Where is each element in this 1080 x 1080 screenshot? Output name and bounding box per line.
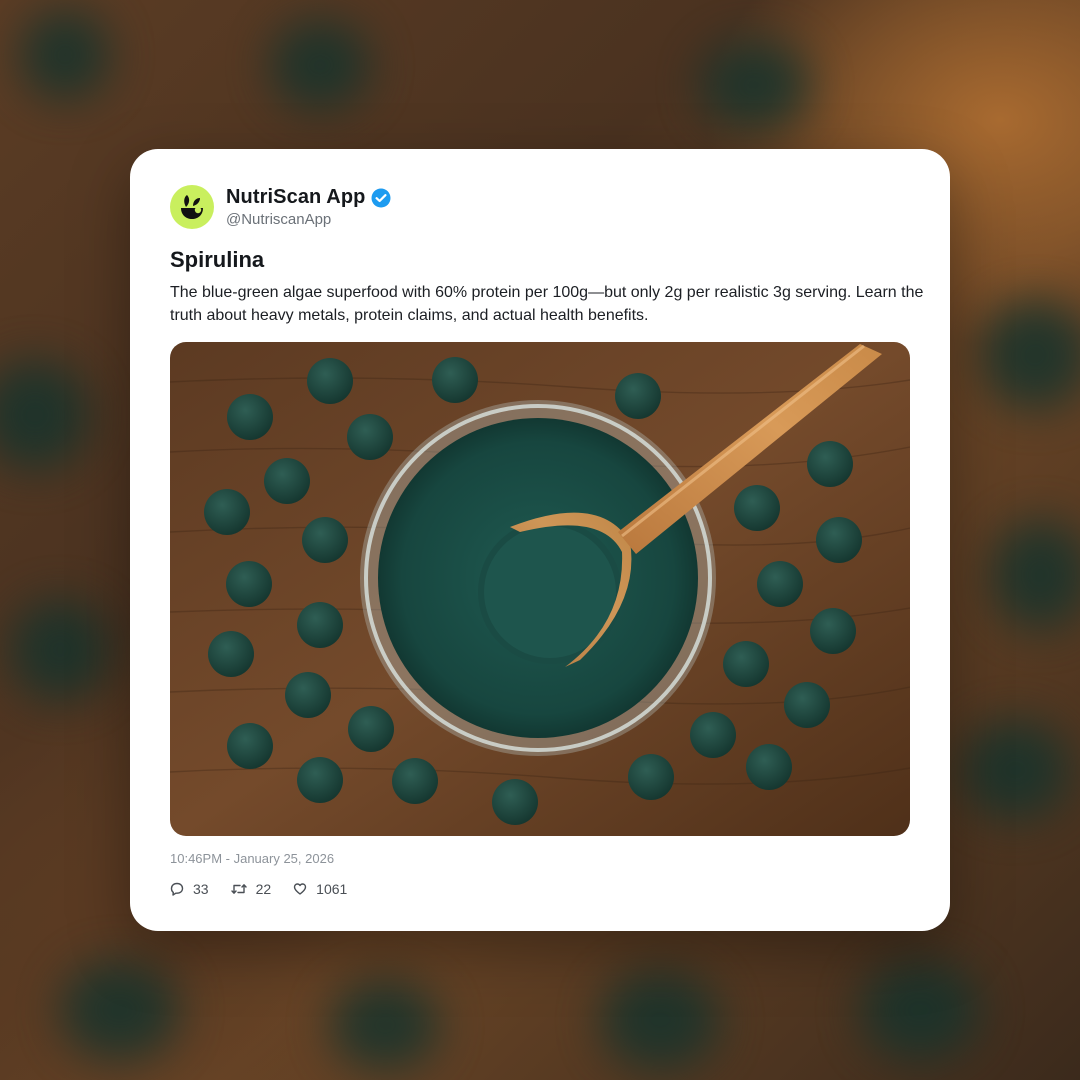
- engagement-bar: 33 22 1061: [170, 881, 369, 897]
- post-title: Spirulina: [170, 247, 265, 272]
- reply-icon: [170, 882, 184, 896]
- post-image[interactable]: [170, 342, 910, 836]
- repost-count: 22: [255, 881, 272, 897]
- post-description: The blue-green algae superfood with 60% …: [170, 284, 924, 324]
- avatar[interactable]: [170, 185, 214, 229]
- reply-button[interactable]: 33: [170, 881, 209, 897]
- display-name[interactable]: NutriScan App: [226, 186, 365, 209]
- verified-badge-icon: [371, 188, 391, 207]
- heart-icon: [293, 883, 307, 895]
- post-timestamp[interactable]: 10:46PM - January 25, 2026: [170, 851, 334, 866]
- leaf-logo-icon: [181, 195, 203, 219]
- repost-button[interactable]: 22: [230, 881, 272, 897]
- post-header: NutriScan App @NutriscanApp: [170, 184, 391, 230]
- like-button[interactable]: 1061: [293, 881, 347, 897]
- repost-icon: [230, 884, 247, 894]
- like-count: 1061: [316, 881, 348, 897]
- reply-count: 33: [193, 881, 209, 897]
- post-card[interactable]: NutriScan App @NutriscanApp Spirulina Th…: [130, 149, 950, 931]
- account-handle[interactable]: @NutriscanApp: [226, 211, 391, 228]
